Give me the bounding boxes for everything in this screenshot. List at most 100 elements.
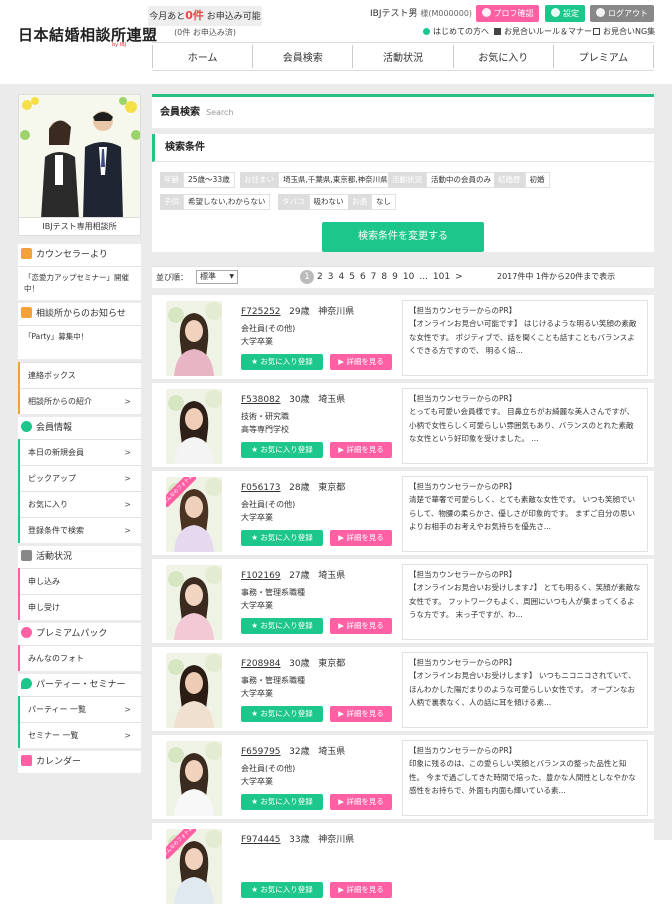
nav-favorites[interactable]: お気に入り	[452, 45, 553, 68]
page-link[interactable]: 7	[371, 272, 377, 282]
view-detail-button[interactable]: ▶ 詳細を見る	[330, 442, 392, 458]
member-id-link[interactable]: F974445	[241, 835, 281, 845]
add-favorite-button[interactable]: ★ お気に入り登録	[241, 706, 323, 722]
member-photo[interactable]: みんなのフォトあり	[166, 477, 222, 552]
member-photo[interactable]	[166, 565, 222, 640]
pagination: 1 2 3 4 5 6 7 8 9 10... 101 >	[300, 270, 468, 284]
sidebar-item-party-list[interactable]: パーティー 一覧 >	[20, 696, 141, 722]
member-photo[interactable]	[166, 653, 222, 728]
page-link[interactable]: 2	[317, 272, 323, 282]
link-ng[interactable]: お見合いNG集	[593, 26, 655, 37]
notice-message[interactable]: 「Party」募集中！	[18, 325, 141, 359]
member-id-link[interactable]: F102169	[241, 571, 281, 581]
chevron-right-icon: >	[124, 705, 131, 714]
lock-icon	[596, 8, 605, 17]
page-link[interactable]: 6	[360, 272, 366, 282]
member-card[interactable]: F659795 32歳 埼玉県 会社員(その他) 大学卒業 ★ お気に入り登録 ▶ 詳細…	[152, 735, 654, 819]
counselor-pr-box: 【担当カウンセラーからのPR】 とっても可愛い会員様です。 目鼻立ちがお綺麗な美人…	[402, 388, 648, 464]
add-favorite-button[interactable]: ★ お気に入り登録	[241, 618, 323, 634]
sidebar-item-seminar-list[interactable]: セミナー 一覧 >	[20, 722, 141, 748]
sidebar-item-saved-search[interactable]: 登録条件で検索 >	[20, 517, 141, 543]
member-photo[interactable]	[166, 301, 222, 376]
member-age: 29歳	[289, 307, 310, 317]
criteria-tag: 子供 希望しない,わからない	[160, 194, 271, 210]
member-card[interactable]: みんなのフォトあり F056173 28歳 東京都 会社員(その他) 大学卒業 ★ お気…	[152, 471, 654, 555]
view-detail-button[interactable]: ▶ 詳細を見る	[330, 354, 392, 370]
page-next[interactable]: >	[455, 272, 463, 282]
sort-select[interactable]: 標準	[196, 270, 238, 284]
view-detail-button[interactable]: ▶ 詳細を見る	[330, 530, 392, 546]
page-link[interactable]: 3	[328, 272, 334, 282]
member-card[interactable]: F538082 30歳 埼玉県 技術・研究職 高等専門学校 ★ お気に入り登録 ▶ 詳細…	[152, 383, 654, 467]
page-link[interactable]: 5	[349, 272, 355, 282]
member-id-link[interactable]: F056173	[241, 483, 281, 493]
play-icon: ▶	[338, 709, 344, 718]
link-beginners[interactable]: はじめての方へ	[423, 26, 489, 37]
view-detail-button[interactable]: ▶ 詳細を見る	[330, 706, 392, 722]
page-current[interactable]: 1	[300, 270, 314, 284]
calendar-head[interactable]: カレンダー	[18, 751, 141, 773]
premium-head: プレミアムパック	[18, 623, 141, 645]
sort-pagination-bar: 並び順： 標準 123456789 10... 101 > 2017件中 1件から20…	[152, 266, 654, 288]
tag-key: 年齢	[160, 172, 183, 188]
profile-check-button[interactable]: プロフ確認	[476, 5, 539, 22]
add-favorite-button[interactable]: ★ お気に入り登録	[241, 794, 323, 810]
sidebar-item-new-members[interactable]: 本日の新規会員 >	[20, 439, 141, 465]
member-card[interactable]: F102169 27歳 埼玉県 事務・管理系職種 大学卒業 ★ お気に入り登録 ▶ 詳細…	[152, 559, 654, 643]
link-rules[interactable]: お見合いルール＆マナー	[494, 26, 592, 37]
member-id-link[interactable]: F538082	[241, 395, 281, 405]
sidebar-item-everyone-photo[interactable]: みんなのフォト	[20, 645, 141, 671]
sidebar-item-introduction[interactable]: 相談所からの紹介 >	[20, 388, 141, 414]
add-favorite-button[interactable]: ★ お気に入り登録	[241, 882, 323, 898]
sidebar-item-favorites[interactable]: お気に入り >	[20, 491, 141, 517]
view-detail-button[interactable]: ▶ 詳細を見る	[330, 618, 392, 634]
page-link[interactable]: 9	[392, 272, 398, 282]
member-photo[interactable]	[166, 741, 222, 816]
member-id-link[interactable]: F659795	[241, 747, 281, 757]
view-detail-button[interactable]: ▶ 詳細を見る	[330, 794, 392, 810]
member-prefecture: 埼玉県	[318, 747, 346, 757]
page-link[interactable]: 10	[403, 272, 414, 282]
profile-check-label: プロフ確認	[493, 9, 534, 18]
add-favorite-label: お気に入り登録	[260, 621, 313, 630]
add-favorite-button[interactable]: ★ お気に入り登録	[241, 354, 323, 370]
add-favorite-button[interactable]: ★ お気に入り登録	[241, 442, 323, 458]
criteria-tag: お酒 なし	[348, 194, 396, 210]
change-criteria-button[interactable]: 検索条件を変更する	[322, 222, 484, 252]
counselor-message[interactable]: 「恋愛力アップセミナー」開催中！	[18, 266, 141, 300]
member-card[interactable]: みんなのフォトあり F974445 33歳 神奈川県 ★ お気に入り登録 ▶ 詳細を見…	[152, 823, 654, 907]
nav-home[interactable]: ホーム	[152, 45, 252, 68]
member-photo[interactable]	[166, 389, 222, 464]
sidebar-item-pickup[interactable]: ピックアップ >	[20, 465, 141, 491]
member-id-link[interactable]: F208984	[241, 659, 281, 669]
nav-member-search[interactable]: 会員検索	[252, 45, 352, 68]
calendar-icon	[21, 755, 32, 766]
member-education: 大学卒業	[241, 689, 273, 698]
member-card[interactable]: F208984 30歳 東京都 事務・管理系職種 大学卒業 ★ お気に入り登録 ▶ 詳細…	[152, 647, 654, 731]
view-detail-button[interactable]: ▶ 詳細を見る	[330, 882, 392, 898]
view-detail-label: 詳細を見る	[346, 445, 384, 454]
member-age: 27歳	[289, 571, 310, 581]
add-favorite-button[interactable]: ★ お気に入り登録	[241, 530, 323, 546]
page-link[interactable]: 4	[338, 272, 344, 282]
page-link[interactable]: 101	[433, 272, 450, 282]
contact-group: 連絡ボックス 相談所からの紹介 >	[18, 362, 141, 414]
chevron-right-icon: >	[124, 731, 131, 740]
nav-activity[interactable]: 活動状況	[352, 45, 452, 68]
remaining-suffix: お申込み可能	[203, 12, 261, 22]
sidebar-item-received[interactable]: 申し受け	[20, 594, 141, 620]
view-detail-label: 詳細を見る	[346, 357, 384, 366]
member-photo[interactable]: みんなのフォトあり	[166, 829, 222, 904]
member-id-link[interactable]: F725252	[241, 307, 281, 317]
site-logo[interactable]: 日本結婚相談所連盟	[18, 24, 158, 45]
sidebar-item-contact-box[interactable]: 連絡ボックス	[20, 362, 141, 388]
member-card[interactable]: F725252 29歳 神奈川県 会社員(その他) 大学卒業 ★ お気に入り登録 ▶ 詳…	[152, 295, 654, 379]
counselor-photo	[18, 94, 141, 218]
page-link[interactable]: 8	[381, 272, 387, 282]
nav-premium[interactable]: プレミアム	[552, 45, 655, 68]
logout-button[interactable]: ログアウト	[590, 5, 654, 22]
sidebar-item-applications[interactable]: 申し込み	[20, 568, 141, 594]
member-education: 大学卒業	[241, 777, 273, 786]
settings-button[interactable]: 設定	[545, 5, 585, 22]
view-detail-label: 詳細を見る	[346, 885, 384, 894]
